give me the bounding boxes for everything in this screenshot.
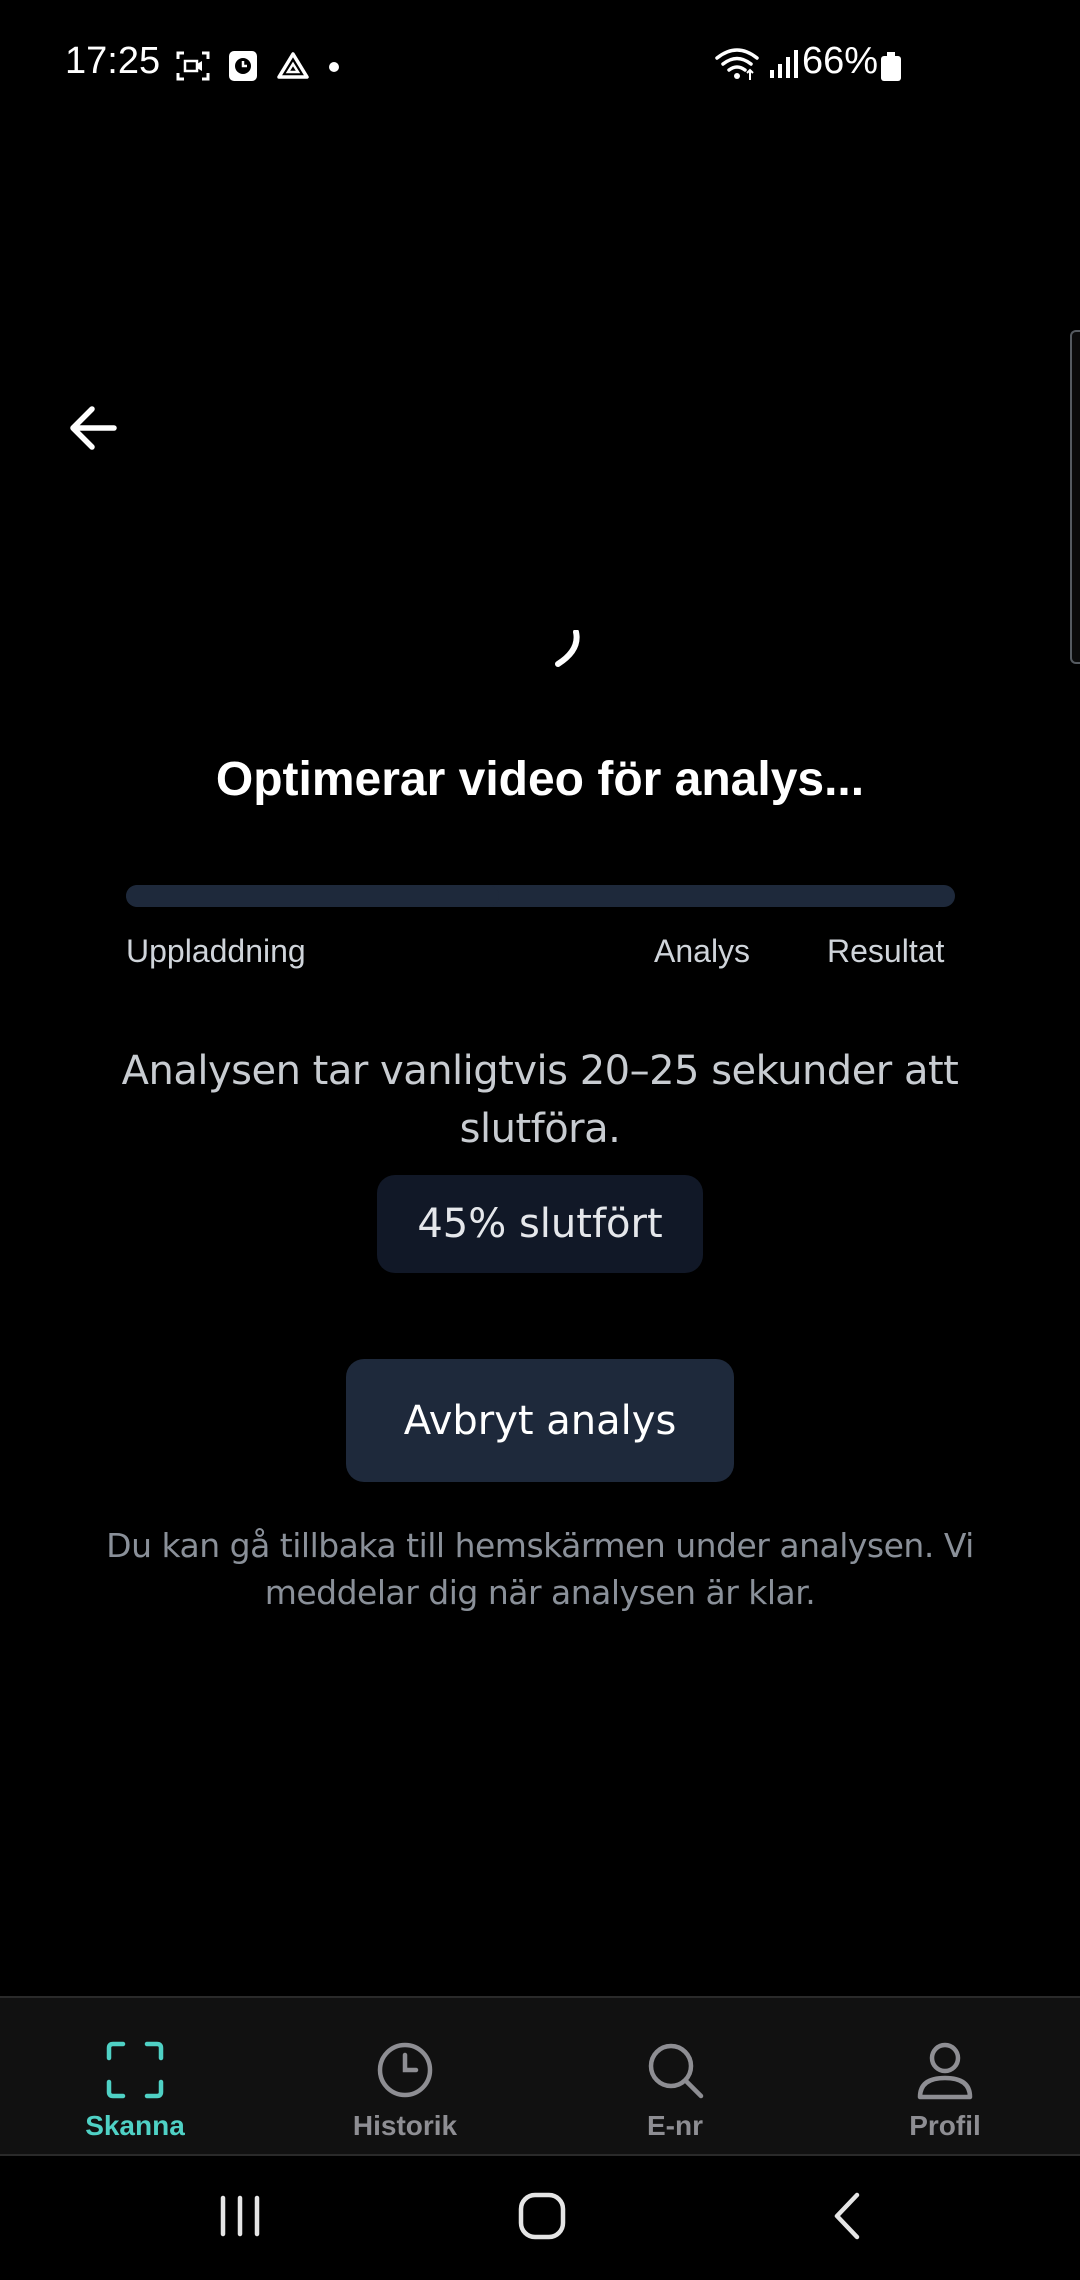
tab-label-history: Historik <box>352 2110 458 2141</box>
footnote-text: Du kan gå tillbaka till hemskärmen under… <box>106 1526 974 1612</box>
home-button[interactable] <box>482 2156 602 2280</box>
back-button[interactable] <box>58 395 128 465</box>
tab-profile[interactable]: Profil <box>810 1998 1080 2158</box>
progress-bar <box>126 885 955 907</box>
info-text: Analysen tar vanligtvis 20–25 sekunder a… <box>121 1048 959 1152</box>
battery-percent: 66% <box>802 40 879 82</box>
tab-history[interactable]: Historik <box>270 1998 540 2158</box>
step-label-result: Resultat <box>827 933 945 969</box>
cancel-analysis-button[interactable]: Avbryt analys <box>346 1359 734 1482</box>
recent-apps-button[interactable] <box>180 2156 300 2280</box>
status-bar: 17:25 66% <box>0 0 1080 130</box>
status-icons-left <box>176 50 340 87</box>
percent-complete-badge: 45% slutfört <box>377 1175 703 1273</box>
screen-record-icon <box>176 51 210 86</box>
chevron-left-icon <box>827 2191 867 2246</box>
signal-icon <box>768 48 802 85</box>
tab-label-profile: Profil <box>909 2110 981 2141</box>
scroll-indicator[interactable] <box>1070 330 1080 664</box>
clock-app-icon <box>228 50 258 87</box>
tab-scan[interactable]: Skanna <box>0 1998 270 2158</box>
battery-icon <box>880 52 902 87</box>
scan-frame-icon <box>103 2038 167 2102</box>
drive-icon <box>276 51 310 86</box>
step-label-analysis: Analys <box>654 933 751 969</box>
status-icons-right <box>714 46 802 87</box>
tab-label-scan: Skanna <box>85 2110 185 2141</box>
tab-label-enr: E-nr <box>647 2110 703 2141</box>
progress-bar-fill <box>126 885 500 907</box>
home-icon <box>517 2191 567 2246</box>
recent-apps-icon <box>215 2194 265 2243</box>
search-icon <box>643 2038 707 2102</box>
tab-enr[interactable]: E-nr <box>540 1998 810 2158</box>
clock-icon <box>373 2038 437 2102</box>
system-navigation-bar <box>0 2156 1080 2280</box>
loading-spinner-icon <box>540 629 600 690</box>
step-label-upload: Uppladdning <box>126 933 306 969</box>
page-title: Optimerar video för analys... <box>215 753 865 806</box>
wifi-icon <box>714 46 760 87</box>
system-back-button[interactable] <box>787 2156 907 2280</box>
user-icon <box>913 2038 977 2102</box>
status-time: 17:25 <box>65 40 161 82</box>
arrow-left-icon <box>68 405 118 456</box>
notification-dot-icon <box>328 60 340 78</box>
bottom-tab-bar: Skanna Historik E-nr Profil <box>0 1996 1080 2158</box>
